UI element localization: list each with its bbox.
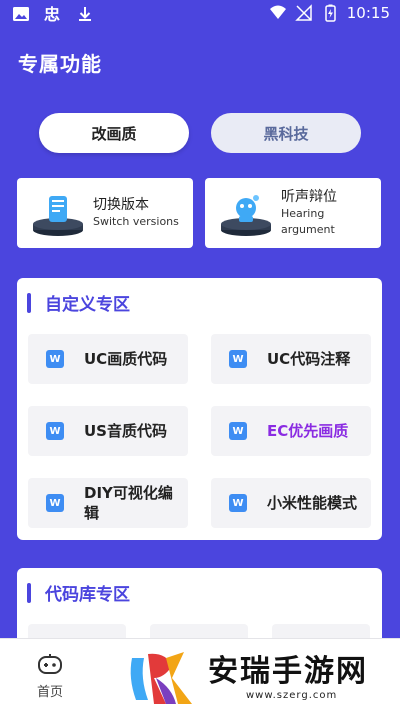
status-bar: 忠 10:15 xyxy=(0,0,400,28)
code-item-uc-quality[interactable]: W UC画质代码 xyxy=(28,334,188,384)
document-icon: W xyxy=(229,422,247,440)
feature-card-title: 切换版本 xyxy=(93,197,149,213)
watermark-url: www.szerg.com xyxy=(246,690,338,701)
feature-card-title: 听声辩位 xyxy=(281,189,337,205)
section-title: 自定义专区 xyxy=(45,295,130,315)
document-icon: W xyxy=(46,494,64,512)
code-item-us-sound[interactable]: W US音质代码 xyxy=(28,406,188,456)
feature-card-subtitle: Hearing argument xyxy=(281,207,335,236)
document-icon: W xyxy=(46,422,64,440)
battery-charging-icon xyxy=(325,4,336,22)
code-item-label: EC优先画质 xyxy=(267,422,349,440)
nav-home-label: 首页 xyxy=(36,685,63,700)
feature-card-switch-version[interactable]: 切换版本 Switch versions xyxy=(17,178,193,248)
feature-card-hearing[interactable]: 听声辩位 Hearing argument xyxy=(205,178,381,248)
code-item-uc-annotation[interactable]: W UC代码注释 xyxy=(211,334,371,384)
no-signal-icon xyxy=(294,4,312,21)
svg-text:忠: 忠 xyxy=(44,5,60,23)
section-accent-bar xyxy=(27,292,31,313)
code-item-label: 小米性能模式 xyxy=(267,494,358,512)
nav-home[interactable]: 首页 xyxy=(22,653,78,700)
gallery-icon xyxy=(13,7,29,21)
code-item-xiaomi-performance[interactable]: W 小米性能模式 xyxy=(211,478,371,528)
mode-button-image-quality[interactable]: 改画质 xyxy=(39,113,189,153)
code-item-label: DIY可视化编辑 xyxy=(84,484,173,522)
document-icon: W xyxy=(229,494,247,512)
clock: 10:15 xyxy=(346,4,390,22)
watermark-logo-icon xyxy=(130,652,192,704)
wifi-icon xyxy=(269,5,286,19)
robot-stand-icon xyxy=(221,195,271,236)
download-icon xyxy=(79,7,91,21)
section-accent-bar xyxy=(27,582,31,603)
page-title: 专属功能 xyxy=(18,52,102,76)
document-icon: W xyxy=(46,350,64,368)
code-item-label: UC代码注释 xyxy=(267,350,351,368)
section-title: 代码库专区 xyxy=(45,585,130,605)
watermark-brand: 安瑞手游网 xyxy=(208,654,368,689)
mode-button-black-tech[interactable]: 黑科技 xyxy=(211,113,361,153)
code-item-diy-editor[interactable]: W DIY可视化编辑 xyxy=(28,478,188,528)
phone-stand-icon xyxy=(33,196,83,236)
app-notification-icon: 忠 xyxy=(44,5,60,23)
feature-card-subtitle: Switch versions xyxy=(93,215,179,228)
code-item-label: UC画质代码 xyxy=(84,350,168,368)
code-item-label: US音质代码 xyxy=(84,422,167,440)
document-icon: W xyxy=(229,350,247,368)
custom-section: 自定义专区 W UC画质代码 W UC代码注释 W US音质代码 W EC优先画… xyxy=(17,278,382,540)
gamepad-icon xyxy=(38,654,62,674)
watermark: 安瑞手游网 www.szerg.com xyxy=(126,644,396,710)
code-item-ec-priority[interactable]: W EC优先画质 xyxy=(211,406,371,456)
